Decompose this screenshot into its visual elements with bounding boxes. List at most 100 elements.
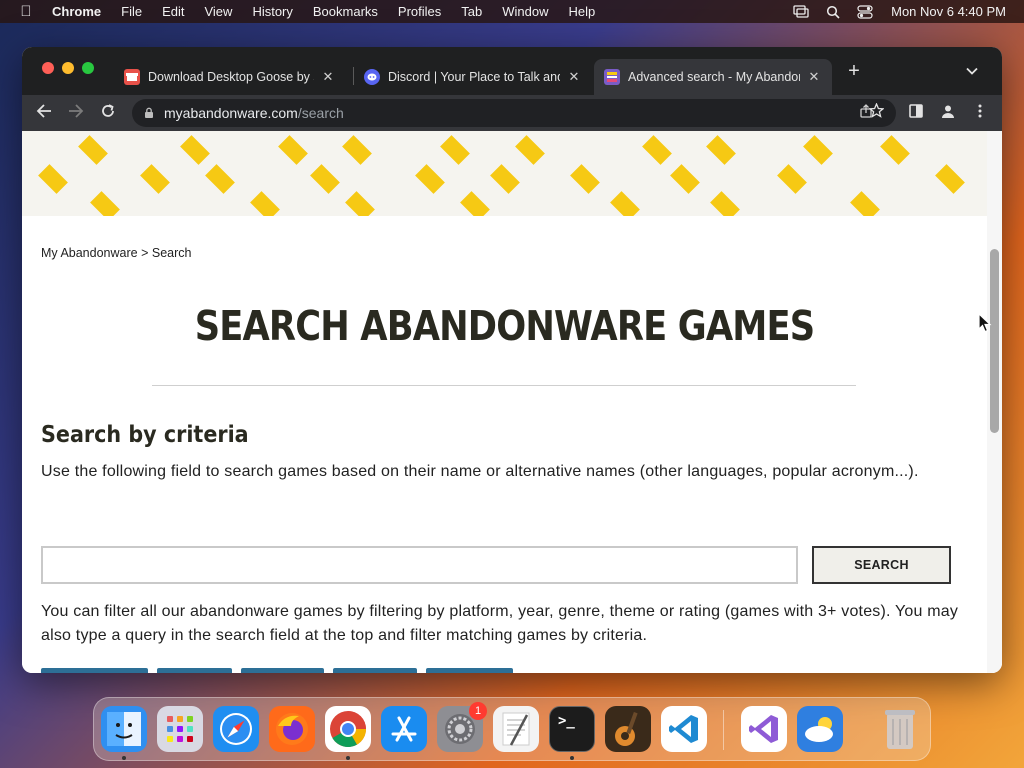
spotlight-search-icon[interactable] <box>825 5 841 19</box>
running-indicator-dot <box>122 756 126 760</box>
banner-diamond <box>38 164 68 194</box>
notification-badge: 1 <box>469 702 487 720</box>
filter-button[interactable] <box>241 668 324 673</box>
side-panel-icon[interactable] <box>906 103 926 123</box>
banner-diamond <box>710 191 740 216</box>
breadcrumb: My Abandonware > Search <box>41 246 191 260</box>
tab-title: Download Desktop Goose by samperson <box>148 70 314 84</box>
running-indicator-dot <box>346 756 350 760</box>
menu-tab[interactable]: Tab <box>461 4 482 19</box>
banner-diamond <box>310 164 340 194</box>
chrome-icon[interactable] <box>325 706 371 752</box>
tab-advanced-search[interactable]: Advanced search - My Abandonware ✕ <box>594 59 832 95</box>
more-menu-icon[interactable] <box>970 103 990 123</box>
weather-icon[interactable] <box>797 706 843 752</box>
breadcrumb-home-link[interactable]: My Abandonware <box>41 246 138 260</box>
search-description: Use the following field to search games … <box>41 463 919 480</box>
system-settings-icon[interactable]: 1 <box>437 702 487 752</box>
game-search-input[interactable] <box>41 546 798 584</box>
app-store-icon[interactable] <box>381 706 427 752</box>
banner-diamond <box>880 135 910 165</box>
window-zoom-button[interactable] <box>82 62 94 74</box>
menu-file[interactable]: File <box>121 4 142 19</box>
banner-diamond <box>345 191 375 216</box>
banner-diamond <box>440 135 470 165</box>
url-path: /search <box>297 105 344 121</box>
macos-menubar:  Chrome File Edit View History Bookmark… <box>0 0 1024 23</box>
banner-diamond <box>342 135 372 165</box>
menu-help[interactable]: Help <box>569 4 596 19</box>
banner-diamond <box>850 191 880 216</box>
filter-button[interactable] <box>41 668 148 673</box>
tab-title: Advanced search - My Abandonware <box>628 70 800 84</box>
window-close-button[interactable] <box>42 62 54 74</box>
banner-diamond <box>460 191 490 216</box>
vscode-icon[interactable] <box>661 706 707 752</box>
profile-avatar-icon[interactable] <box>938 103 958 123</box>
tab-desktop-goose[interactable]: Download Desktop Goose by samperson ✕ <box>114 59 346 95</box>
close-tab-icon[interactable]: ✕ <box>320 69 336 85</box>
banner-diamond <box>777 164 807 194</box>
terminal-icon[interactable]: >_ <box>549 706 595 752</box>
menu-view[interactable]: View <box>204 4 232 19</box>
firefox-icon[interactable] <box>269 706 315 752</box>
bookmark-star-icon[interactable] <box>866 102 886 123</box>
running-indicator-dot <box>570 756 574 760</box>
control-center-icon[interactable] <box>857 4 873 19</box>
tab-strip: Download Desktop Goose by samperson ✕ Di… <box>22 47 1002 95</box>
scrollbar-thumb[interactable] <box>990 249 999 433</box>
menu-window[interactable]: Window <box>502 4 548 19</box>
finder-icon[interactable] <box>101 706 147 752</box>
banner-diamond <box>490 164 520 194</box>
banner-diamond <box>610 191 640 216</box>
menu-profiles[interactable]: Profiles <box>398 4 441 19</box>
dock-separator <box>723 710 724 750</box>
forward-arrow-icon[interactable] <box>66 103 86 123</box>
menu-bookmarks[interactable]: Bookmarks <box>313 4 378 19</box>
filter-button[interactable] <box>426 668 513 673</box>
title-divider <box>152 385 856 386</box>
reload-icon[interactable] <box>98 103 118 123</box>
site-header-banner <box>22 131 987 216</box>
banner-diamond <box>205 164 235 194</box>
lock-icon[interactable] <box>144 107 154 119</box>
close-tab-icon[interactable]: ✕ <box>566 69 582 85</box>
mouse-cursor-icon <box>978 313 992 333</box>
tab-discord[interactable]: Discord | Your Place to Talk and Hang Ou… <box>354 59 592 95</box>
launchpad-icon[interactable] <box>157 706 203 752</box>
filter-button[interactable] <box>333 668 417 673</box>
menu-app-name[interactable]: Chrome <box>52 4 101 19</box>
apple-menu-icon[interactable]:  <box>18 3 34 20</box>
window-minimize-button[interactable] <box>62 62 74 74</box>
textedit-icon[interactable] <box>493 706 539 752</box>
garageband-icon[interactable] <box>605 706 651 752</box>
itch-io-icon <box>124 69 140 85</box>
menubar-clock[interactable]: Mon Nov 6 4:40 PM <box>891 4 1006 19</box>
search-button[interactable]: SEARCH <box>812 546 951 584</box>
banner-diamond <box>250 191 280 216</box>
banner-diamond <box>278 135 308 165</box>
back-arrow-icon[interactable] <box>34 103 54 123</box>
banner-diamond <box>642 135 672 165</box>
tab-title: Discord | Your Place to Talk and Hang Ou… <box>388 70 560 84</box>
chrome-window: Download Desktop Goose by samperson ✕ Di… <box>22 47 1002 673</box>
trash-icon[interactable] <box>877 706 923 752</box>
banner-diamond <box>803 135 833 165</box>
menu-edit[interactable]: Edit <box>162 4 184 19</box>
section-title: Search by criteria <box>41 422 249 448</box>
new-tab-plus-icon[interactable]: + <box>844 61 864 81</box>
tab-search-chevron-icon[interactable] <box>962 61 982 81</box>
page-title: SEARCH ABANDONWARE GAMES <box>194 302 815 350</box>
filter-button[interactable] <box>157 668 232 673</box>
address-bar[interactable]: myabandonware.com/search <box>132 99 896 127</box>
safari-icon[interactable] <box>213 706 259 752</box>
page-scrollbar[interactable] <box>987 131 1002 673</box>
close-tab-icon[interactable]: ✕ <box>806 69 822 85</box>
banner-diamond <box>140 164 170 194</box>
screen-mirroring-icon[interactable] <box>793 5 809 19</box>
menu-history[interactable]: History <box>252 4 292 19</box>
url-host: myabandonware.com <box>164 105 298 121</box>
visual-studio-icon[interactable] <box>741 706 787 752</box>
banner-diamond <box>570 164 600 194</box>
page-viewport: My Abandonware > Search SEARCH ABANDONWA… <box>22 131 1002 673</box>
